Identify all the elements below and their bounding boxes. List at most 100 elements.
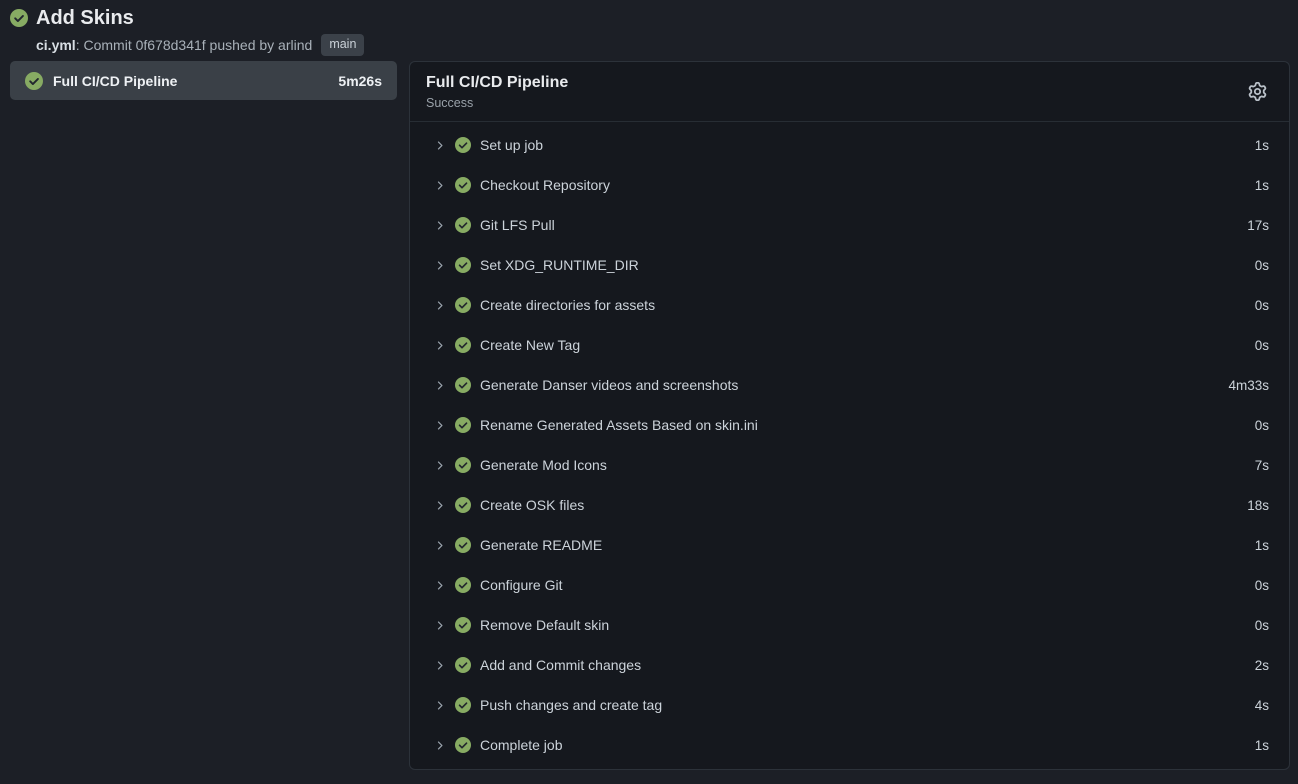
branch-badge[interactable]: main xyxy=(321,34,364,56)
step-duration: 2s xyxy=(1255,658,1269,673)
workflow-file-name: ci.yml xyxy=(36,37,76,53)
step-success-icon xyxy=(455,697,471,713)
step-duration: 0s xyxy=(1255,258,1269,273)
step-name: Add and Commit changes xyxy=(480,657,641,673)
step-row[interactable]: Set XDG_RUNTIME_DIR 0s xyxy=(410,245,1289,285)
job-panel-title: Full CI/CD Pipeline xyxy=(426,73,568,92)
step-name: Rename Generated Assets Based on skin.in… xyxy=(480,417,758,433)
job-detail-panel: Full CI/CD Pipeline Success xyxy=(409,61,1290,770)
step-row[interactable]: Create directories for assets 0s xyxy=(410,285,1289,325)
step-row[interactable]: Complete job 1s xyxy=(410,725,1289,765)
step-name: Generate README xyxy=(480,537,602,553)
jobs-sidebar: Full CI/CD Pipeline 5m26s xyxy=(10,61,397,100)
steps-list: Set up job 1s Checkout Repository 1s xyxy=(410,122,1289,769)
chevron-right-icon xyxy=(433,419,446,432)
step-row[interactable]: Rename Generated Assets Based on skin.in… xyxy=(410,405,1289,445)
step-row[interactable]: Git LFS Pull 17s xyxy=(410,205,1289,245)
job-settings-button[interactable] xyxy=(1246,80,1269,103)
step-name: Create OSK files xyxy=(480,497,584,513)
step-row[interactable]: Generate Danser videos and screenshots 4… xyxy=(410,365,1289,405)
step-duration: 0s xyxy=(1255,298,1269,313)
step-row[interactable]: Add and Commit changes 2s xyxy=(410,645,1289,685)
step-name: Push changes and create tag xyxy=(480,697,662,713)
actions-run-page: Add Skins ci.yml: Commit 0f678d341f push… xyxy=(0,0,1298,784)
run-title: Add Skins xyxy=(36,7,134,29)
job-status-text: Success xyxy=(426,96,568,110)
step-success-icon xyxy=(455,537,471,553)
run-subtitle: ci.yml: Commit 0f678d341f pushed by arli… xyxy=(36,34,1288,56)
step-name: Generate Mod Icons xyxy=(480,457,607,473)
chevron-right-icon xyxy=(433,739,446,752)
chevron-right-icon xyxy=(433,699,446,712)
step-row[interactable]: Remove Default skin 0s xyxy=(410,605,1289,645)
step-success-icon xyxy=(455,417,471,433)
step-duration: 0s xyxy=(1255,578,1269,593)
step-name: Checkout Repository xyxy=(480,177,610,193)
step-name: Remove Default skin xyxy=(480,617,609,633)
step-duration: 1s xyxy=(1255,178,1269,193)
step-name: Set up job xyxy=(480,137,543,153)
step-success-icon xyxy=(455,257,471,273)
step-duration: 4m33s xyxy=(1228,378,1269,393)
chevron-right-icon xyxy=(433,219,446,232)
step-duration: 1s xyxy=(1255,538,1269,553)
chevron-right-icon xyxy=(433,499,446,512)
step-duration: 1s xyxy=(1255,738,1269,753)
step-row[interactable]: Checkout Repository 1s xyxy=(410,165,1289,205)
job-duration: 5m26s xyxy=(338,73,382,89)
step-row[interactable]: Generate README 1s xyxy=(410,525,1289,565)
step-name: Configure Git xyxy=(480,577,562,593)
chevron-right-icon xyxy=(433,339,446,352)
step-success-icon xyxy=(455,617,471,633)
chevron-right-icon xyxy=(433,659,446,672)
step-success-icon xyxy=(455,737,471,753)
step-success-icon xyxy=(455,217,471,233)
step-duration: 7s xyxy=(1255,458,1269,473)
commit-sha-link[interactable]: 0f678d341f xyxy=(136,37,206,53)
step-name: Set XDG_RUNTIME_DIR xyxy=(480,257,639,273)
run-success-icon xyxy=(10,9,28,27)
step-row[interactable]: Generate Mod Icons 7s xyxy=(410,445,1289,485)
job-panel-header: Full CI/CD Pipeline Success xyxy=(410,62,1289,122)
chevron-right-icon xyxy=(433,179,446,192)
step-duration: 18s xyxy=(1247,498,1269,513)
chevron-right-icon xyxy=(433,139,446,152)
commit-prefix-text: : Commit xyxy=(76,37,136,53)
step-success-icon xyxy=(455,457,471,473)
run-header: Add Skins ci.yml: Commit 0f678d341f push… xyxy=(10,7,1288,56)
step-row[interactable]: Push changes and create tag 4s xyxy=(410,685,1289,725)
step-success-icon xyxy=(455,497,471,513)
step-success-icon xyxy=(455,577,471,593)
job-name: Full CI/CD Pipeline xyxy=(53,73,328,89)
step-duration: 0s xyxy=(1255,418,1269,433)
step-duration: 0s xyxy=(1255,338,1269,353)
step-name: Git LFS Pull xyxy=(480,217,555,233)
chevron-right-icon xyxy=(433,379,446,392)
step-name: Create directories for assets xyxy=(480,297,655,313)
step-duration: 4s xyxy=(1255,698,1269,713)
chevron-right-icon xyxy=(433,579,446,592)
job-item-full-pipeline[interactable]: Full CI/CD Pipeline 5m26s xyxy=(10,61,397,100)
job-panel-header-info: Full CI/CD Pipeline Success xyxy=(426,73,568,109)
step-row[interactable]: Set up job 1s xyxy=(410,125,1289,165)
step-name: Generate Danser videos and screenshots xyxy=(480,377,738,393)
step-duration: 17s xyxy=(1247,218,1269,233)
step-row[interactable]: Create OSK files 18s xyxy=(410,485,1289,525)
run-title-row: Add Skins xyxy=(10,7,1288,29)
step-success-icon xyxy=(455,177,471,193)
step-name: Create New Tag xyxy=(480,337,580,353)
step-row[interactable]: Create New Tag 0s xyxy=(410,325,1289,365)
step-success-icon xyxy=(455,137,471,153)
step-success-icon xyxy=(455,377,471,393)
step-duration: 1s xyxy=(1255,138,1269,153)
step-success-icon xyxy=(455,657,471,673)
chevron-right-icon xyxy=(433,619,446,632)
chevron-right-icon xyxy=(433,459,446,472)
step-name: Complete job xyxy=(480,737,563,753)
step-success-icon xyxy=(455,337,471,353)
step-row[interactable]: Configure Git 0s xyxy=(410,565,1289,605)
chevron-right-icon xyxy=(433,299,446,312)
gear-icon xyxy=(1248,82,1267,101)
commit-suffix-text: pushed by arlind xyxy=(206,37,313,53)
chevron-right-icon xyxy=(433,259,446,272)
